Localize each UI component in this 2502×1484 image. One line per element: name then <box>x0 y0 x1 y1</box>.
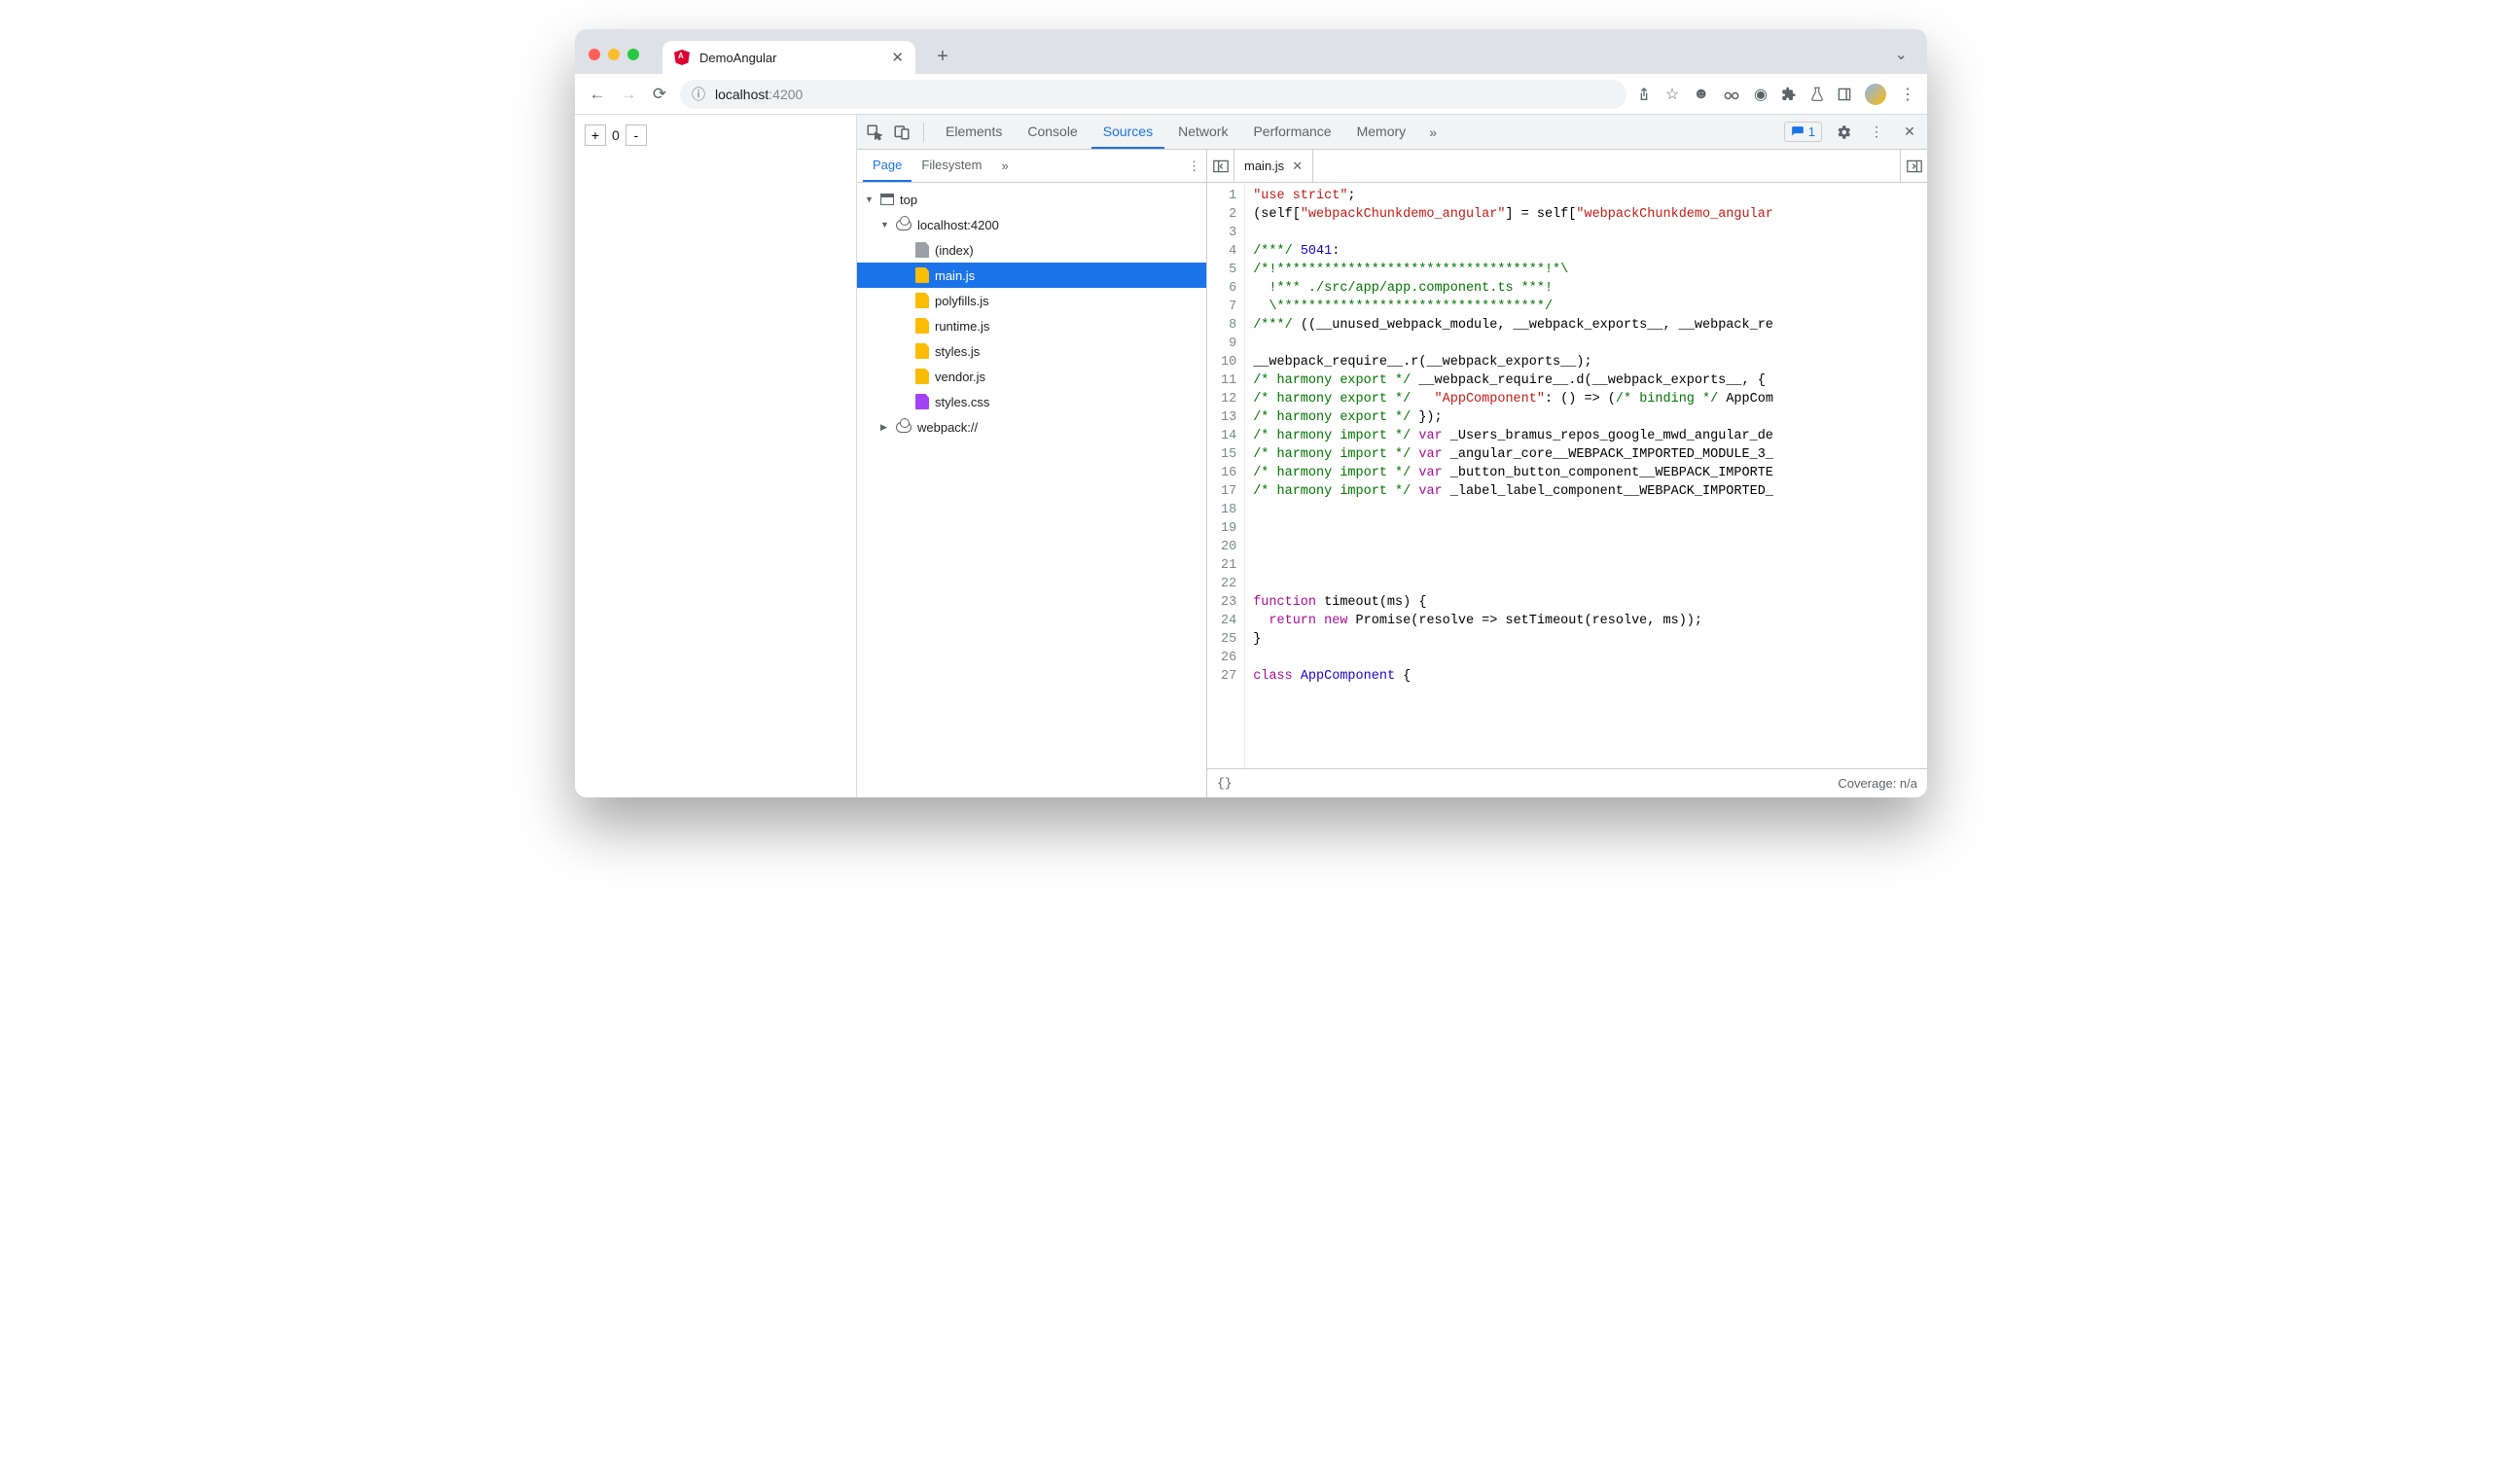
toolbar-icons: ☆ ☻ ◉ ⋮ <box>1636 84 1915 105</box>
code-content: "use strict";(self["webpackChunkdemo_ang… <box>1245 183 1773 768</box>
counter-value: 0 <box>608 124 624 146</box>
tree-origin[interactable]: ▼localhost:4200 <box>857 212 1206 237</box>
file-icon <box>915 242 929 258</box>
issues-badge[interactable]: 1 <box>1784 122 1822 142</box>
window-controls <box>589 49 639 60</box>
sources-editor: main.js ✕ 123456789101112131415161718192… <box>1207 150 1927 797</box>
editor-tabs: main.js ✕ <box>1207 150 1927 183</box>
devtools-panel-tabs: ElementsConsoleSourcesNetworkPerformance… <box>934 116 1417 149</box>
coverage-status: Coverage: n/a <box>1838 776 1917 791</box>
tree-file[interactable]: runtime.js <box>857 313 1206 338</box>
file-icon <box>915 318 929 334</box>
file-icon <box>915 343 929 359</box>
devtools-menu-icon[interactable]: ⋮ <box>1865 121 1888 144</box>
file-tree: ▼top▼localhost:4200(index)main.jspolyfil… <box>857 183 1206 797</box>
close-editor-tab-icon[interactable]: ✕ <box>1292 159 1303 174</box>
tree-file[interactable]: main.js <box>857 263 1206 288</box>
angular-favicon <box>674 50 690 65</box>
devtools-tab-sources[interactable]: Sources <box>1091 116 1164 149</box>
labs-icon[interactable] <box>1810 87 1824 102</box>
inspect-element-icon[interactable] <box>863 121 886 144</box>
browser-tab[interactable]: DemoAngular ✕ <box>662 41 915 74</box>
browser-menu-icon[interactable]: ⋮ <box>1900 85 1915 104</box>
profile-avatar[interactable] <box>1865 84 1886 105</box>
frame-icon <box>880 194 894 205</box>
bookmark-star-icon[interactable]: ☆ <box>1665 85 1679 104</box>
extension-icon[interactable]: ☻ <box>1693 86 1709 103</box>
devtools-tab-network[interactable]: Network <box>1166 116 1239 149</box>
navigator-subtab-page[interactable]: Page <box>863 150 911 182</box>
close-tab-icon[interactable]: ✕ <box>891 49 904 66</box>
devtools-tab-elements[interactable]: Elements <box>934 116 1014 149</box>
tree-top[interactable]: ▼top <box>857 187 1206 212</box>
tree-file[interactable]: (index) <box>857 237 1206 263</box>
issues-count: 1 <box>1808 124 1815 139</box>
toggle-navigator-icon[interactable] <box>1207 150 1234 182</box>
close-window-icon[interactable] <box>589 49 600 60</box>
url-rest: :4200 <box>768 87 803 102</box>
cloud-icon <box>896 220 911 230</box>
file-icon <box>915 267 929 283</box>
share-icon[interactable] <box>1636 87 1652 102</box>
decrement-button[interactable]: - <box>626 124 647 146</box>
tree-file[interactable]: vendor.js <box>857 364 1206 389</box>
tab-title: DemoAngular <box>699 51 777 65</box>
editor-tab-label: main.js <box>1244 159 1284 173</box>
file-icon <box>915 394 929 409</box>
toggle-debugger-icon[interactable] <box>1900 150 1927 182</box>
increment-button[interactable]: + <box>585 124 606 146</box>
url-host: localhost <box>715 87 768 102</box>
navigator-subtab-filesystem[interactable]: Filesystem <box>911 150 991 182</box>
reload-button[interactable]: ⟳ <box>649 85 670 104</box>
page-viewport: + 0 - <box>575 115 857 797</box>
tree-file[interactable]: styles.js <box>857 338 1206 364</box>
tree-webpack[interactable]: ▶webpack:// <box>857 414 1206 440</box>
file-icon <box>915 293 929 308</box>
tree-file[interactable]: polyfills.js <box>857 288 1206 313</box>
counter-widget: + 0 - <box>585 124 846 146</box>
more-panels-icon[interactable]: » <box>1421 121 1445 144</box>
maximize-window-icon[interactable] <box>627 49 639 60</box>
browser-window: DemoAngular ✕ + ⌄ ← → ⟳ ⓘ localhost:4200… <box>575 29 1927 797</box>
devtools-toolbar: ElementsConsoleSourcesNetworkPerformance… <box>857 115 1927 150</box>
editor-status-bar: {} Coverage: n/a <box>1207 768 1927 797</box>
code-area[interactable]: 1234567891011121314151617181920212223242… <box>1207 183 1927 768</box>
tablist-dropdown-icon[interactable]: ⌄ <box>1895 45 1908 64</box>
back-button[interactable]: ← <box>587 85 608 104</box>
sources-body: PageFilesystem » ⋮ ▼top▼localhost:4200(i… <box>857 150 1927 797</box>
devtools-tab-memory[interactable]: Memory <box>1345 116 1418 149</box>
address-bar[interactable]: ⓘ localhost:4200 <box>680 80 1626 109</box>
browser-tabstrip: DemoAngular ✕ + ⌄ <box>575 29 1927 74</box>
new-tab-button[interactable]: + <box>929 46 956 68</box>
file-icon <box>915 369 929 384</box>
minimize-window-icon[interactable] <box>608 49 620 60</box>
pretty-print-icon[interactable]: {} <box>1217 776 1233 791</box>
navigator-menu-icon[interactable]: ⋮ <box>1188 159 1200 174</box>
cloud-icon <box>896 422 911 433</box>
editor-tab[interactable]: main.js ✕ <box>1234 150 1313 182</box>
navigator-subtabs: PageFilesystem » ⋮ <box>857 150 1206 183</box>
line-gutter: 1234567891011121314151617181920212223242… <box>1207 183 1245 768</box>
extension-icon[interactable]: ◉ <box>1754 85 1768 104</box>
device-toolbar-icon[interactable] <box>890 121 913 144</box>
extensions-puzzle-icon[interactable] <box>1781 87 1797 102</box>
devtools-tab-console[interactable]: Console <box>1016 116 1089 149</box>
reading-list-icon[interactable] <box>1838 88 1851 101</box>
devtools-tab-performance[interactable]: Performance <box>1241 116 1342 149</box>
devtools-panel: ElementsConsoleSourcesNetworkPerformance… <box>857 115 1927 797</box>
sources-navigator: PageFilesystem » ⋮ ▼top▼localhost:4200(i… <box>857 150 1207 797</box>
more-subtabs-icon[interactable]: » <box>1002 159 1009 173</box>
settings-gear-icon[interactable] <box>1832 121 1855 144</box>
tree-file[interactable]: styles.css <box>857 389 1206 414</box>
incognito-icon[interactable] <box>1723 88 1740 100</box>
site-info-icon[interactable]: ⓘ <box>692 85 705 104</box>
forward-button[interactable]: → <box>618 85 639 104</box>
address-bar-row: ← → ⟳ ⓘ localhost:4200 ☆ ☻ ◉ ⋮ <box>575 74 1927 115</box>
close-devtools-icon[interactable]: ✕ <box>1898 121 1921 144</box>
content-row: + 0 - ElementsConsoleSourcesNetworkPerfo… <box>575 115 1927 797</box>
